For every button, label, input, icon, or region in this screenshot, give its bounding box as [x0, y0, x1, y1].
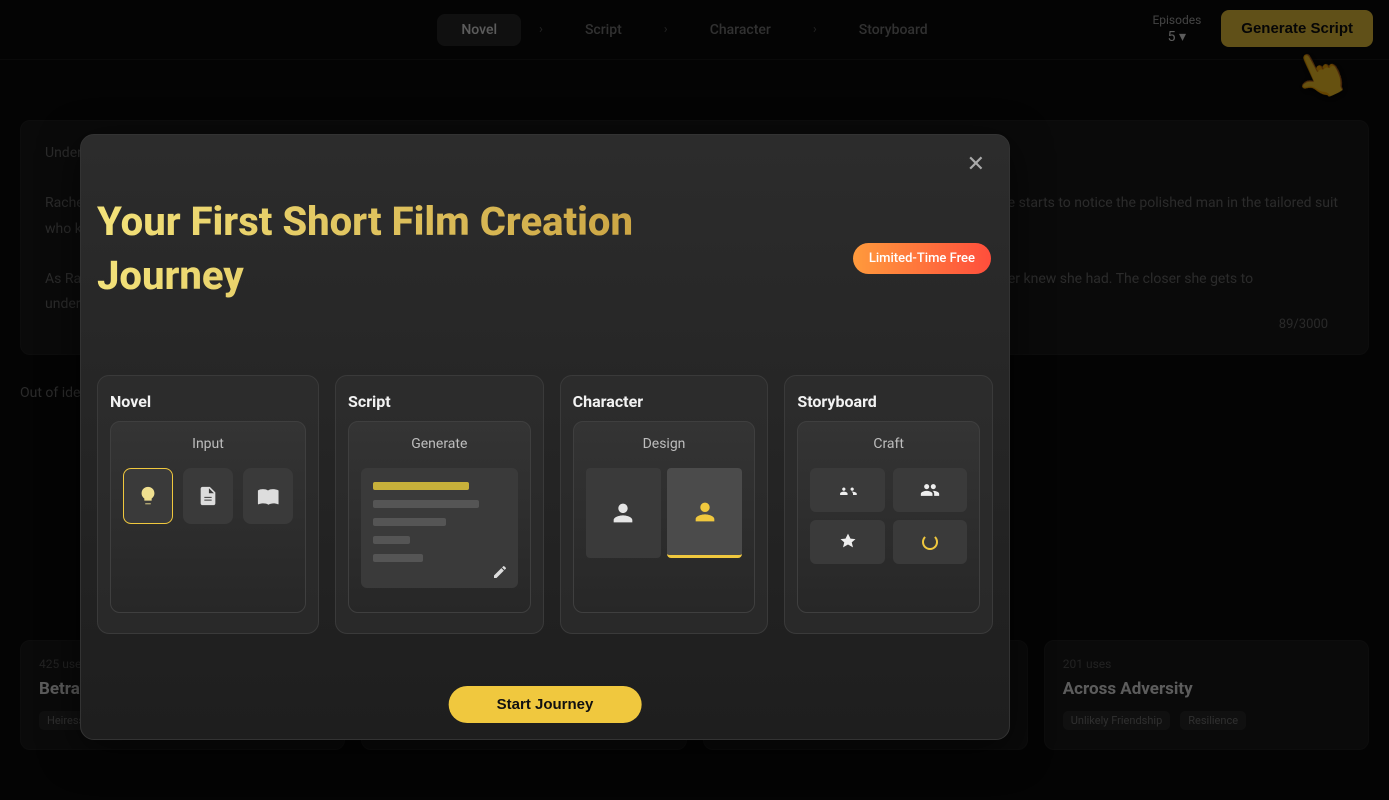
- step-card-generate: Generate: [348, 421, 531, 613]
- step-character: Character Design: [560, 375, 769, 634]
- text-line: [373, 482, 469, 490]
- modal-title: Your First Short Film Creation Journey: [97, 195, 737, 303]
- card-label: Design: [643, 436, 686, 452]
- generate-preview: [361, 468, 518, 588]
- text-line: [373, 536, 410, 544]
- craft-tile-icon: [893, 468, 967, 512]
- onboarding-modal: ✕ Limited-Time Free Your First Short Fil…: [80, 134, 1010, 740]
- text-line: [373, 518, 446, 526]
- step-card-craft: Craft: [797, 421, 980, 613]
- card-label: Generate: [411, 436, 467, 452]
- craft-tile-icon: [810, 468, 884, 512]
- step-title: Script: [348, 392, 531, 411]
- avatar-option[interactable]: [586, 468, 661, 558]
- craft-tile-grid: [810, 468, 967, 564]
- step-title: Character: [573, 392, 756, 411]
- steps-row: Novel Input Script: [97, 375, 993, 634]
- file-icon[interactable]: [183, 468, 233, 524]
- input-icon-row: [123, 468, 293, 524]
- step-novel: Novel Input: [97, 375, 319, 634]
- craft-tile-icon: [810, 520, 884, 564]
- avatar-option-selected[interactable]: [667, 468, 742, 558]
- step-card-input: Input: [110, 421, 306, 613]
- close-button[interactable]: ✕: [967, 153, 985, 175]
- text-line: [373, 500, 479, 508]
- card-label: Craft: [873, 436, 904, 452]
- step-title: Storyboard: [797, 392, 980, 411]
- pencil-icon: [492, 564, 508, 580]
- card-label: Input: [192, 436, 224, 452]
- avatar-row: [586, 468, 743, 558]
- spinner-icon: [922, 534, 938, 550]
- lightbulb-icon[interactable]: [123, 468, 173, 524]
- craft-tile-loading: [893, 520, 967, 564]
- start-journey-button[interactable]: Start Journey: [449, 686, 642, 723]
- step-script: Script Generate: [335, 375, 544, 634]
- limited-time-badge: Limited-Time Free: [853, 243, 991, 274]
- step-card-design: Design: [573, 421, 756, 613]
- step-storyboard: Storyboard Craft: [784, 375, 993, 634]
- step-title: Novel: [110, 392, 306, 411]
- text-line: [373, 554, 423, 562]
- book-icon[interactable]: [243, 468, 293, 524]
